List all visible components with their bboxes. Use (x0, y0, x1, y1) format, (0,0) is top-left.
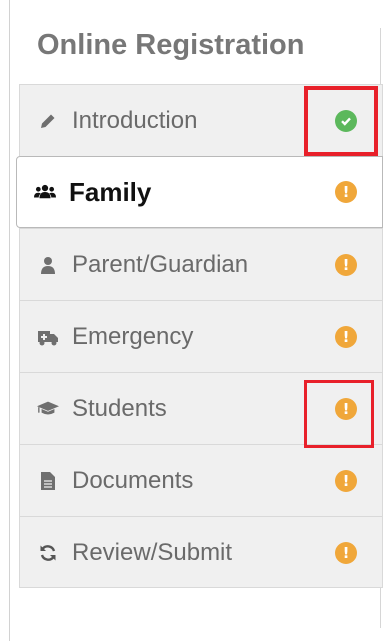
nav-bottom-border (19, 587, 383, 588)
nav-item-family[interactable]: Family ! (16, 156, 383, 228)
nav-item-review-submit[interactable]: Review/Submit ! (19, 516, 383, 588)
exclamation-circle-icon: ! (335, 181, 357, 203)
nav-item-label: Introduction (72, 106, 198, 134)
nav-item-documents[interactable]: Documents ! (19, 444, 383, 516)
nav-item-label: Review/Submit (72, 538, 233, 566)
user-icon (37, 254, 59, 276)
nav-item-parent-guardian[interactable]: Parent/Guardian ! (19, 228, 383, 300)
nav-item-label: Parent/Guardian (72, 250, 249, 278)
refresh-icon (37, 542, 59, 564)
graduation-cap-icon (37, 398, 59, 420)
highlight-box-students-status (304, 380, 374, 448)
nav-item-label: Family (69, 176, 152, 207)
exclamation-circle-icon: ! (335, 541, 357, 564)
exclamation-circle-icon: ! (335, 325, 357, 348)
page-title: Online Registration (37, 29, 305, 61)
highlight-box-introduction-status (304, 86, 378, 156)
users-icon (34, 181, 56, 203)
nav-item-label: Students (72, 394, 167, 422)
ambulance-icon (37, 326, 59, 348)
nav-item-emergency[interactable]: Emergency ! (19, 300, 383, 372)
exclamation-circle-icon: ! (335, 253, 357, 276)
pencil-icon (37, 110, 59, 132)
nav-item-label: Documents (72, 466, 194, 494)
nav-item-label: Emergency (72, 322, 194, 350)
exclamation-circle-icon: ! (335, 469, 357, 492)
file-icon (37, 470, 59, 492)
